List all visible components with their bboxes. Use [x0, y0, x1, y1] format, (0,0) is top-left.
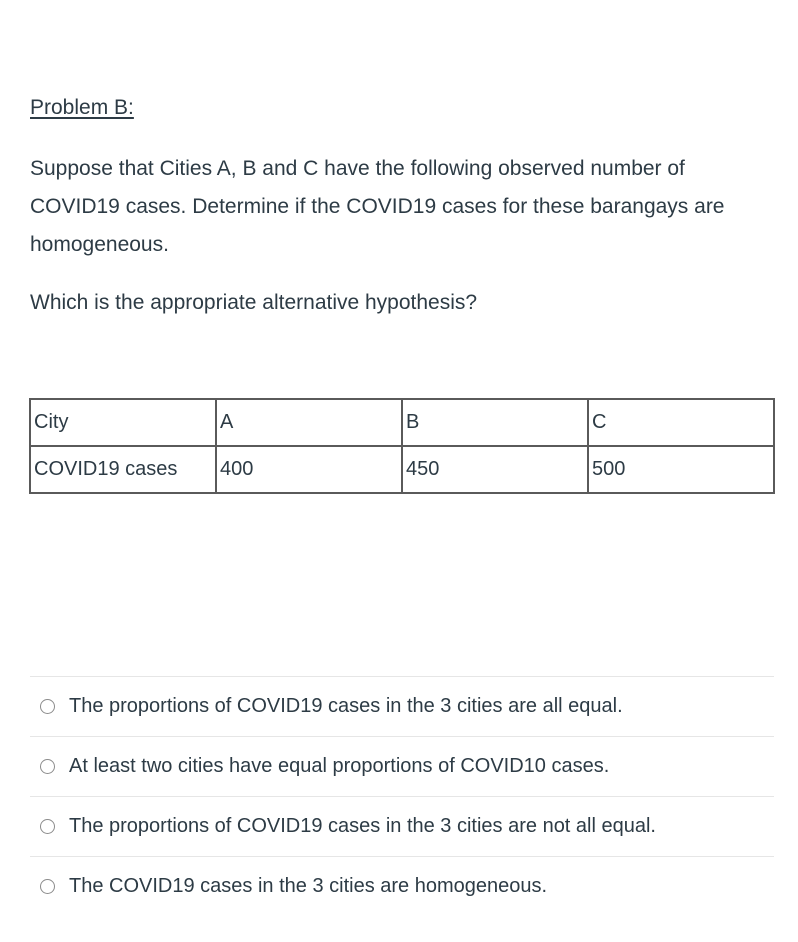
- table-cell: 400: [215, 445, 403, 494]
- table-cell: COVID19 cases: [29, 445, 217, 494]
- radio-button[interactable]: [40, 759, 55, 774]
- answer-option[interactable]: The proportions of COVID19 cases in the …: [30, 797, 774, 856]
- answer-list: The proportions of COVID19 cases in the …: [30, 676, 774, 916]
- table-cell: 450: [401, 445, 589, 494]
- answer-label: The proportions of COVID19 cases in the …: [69, 695, 623, 717]
- question-text: Which is the appropriate alternative hyp…: [30, 291, 478, 314]
- problem-title: Problem B:: [30, 96, 134, 119]
- answer-option[interactable]: At least two cities have equal proportio…: [30, 737, 774, 796]
- table-row: COVID19 cases 400 450 500: [29, 445, 775, 494]
- table-cell: B: [401, 398, 589, 447]
- table-row: City A B C: [29, 398, 775, 447]
- radio-button[interactable]: [40, 879, 55, 894]
- problem-description: Suppose that Cities A, B and C have the …: [30, 157, 725, 256]
- table-cell: A: [215, 398, 403, 447]
- table-cell: City: [29, 398, 217, 447]
- radio-button[interactable]: [40, 699, 55, 714]
- table-cell: 500: [587, 445, 775, 494]
- table-cell: C: [587, 398, 775, 447]
- answer-label: At least two cities have equal proportio…: [69, 755, 610, 777]
- answer-label: The COVID19 cases in the 3 cities are ho…: [69, 875, 548, 897]
- radio-button[interactable]: [40, 819, 55, 834]
- answer-option[interactable]: The proportions of COVID19 cases in the …: [30, 677, 774, 736]
- cases-table: City A B C COVID19 cases 400 450 500: [29, 398, 775, 494]
- answer-option[interactable]: The COVID19 cases in the 3 cities are ho…: [30, 857, 774, 916]
- answer-label: The proportions of COVID19 cases in the …: [69, 815, 656, 837]
